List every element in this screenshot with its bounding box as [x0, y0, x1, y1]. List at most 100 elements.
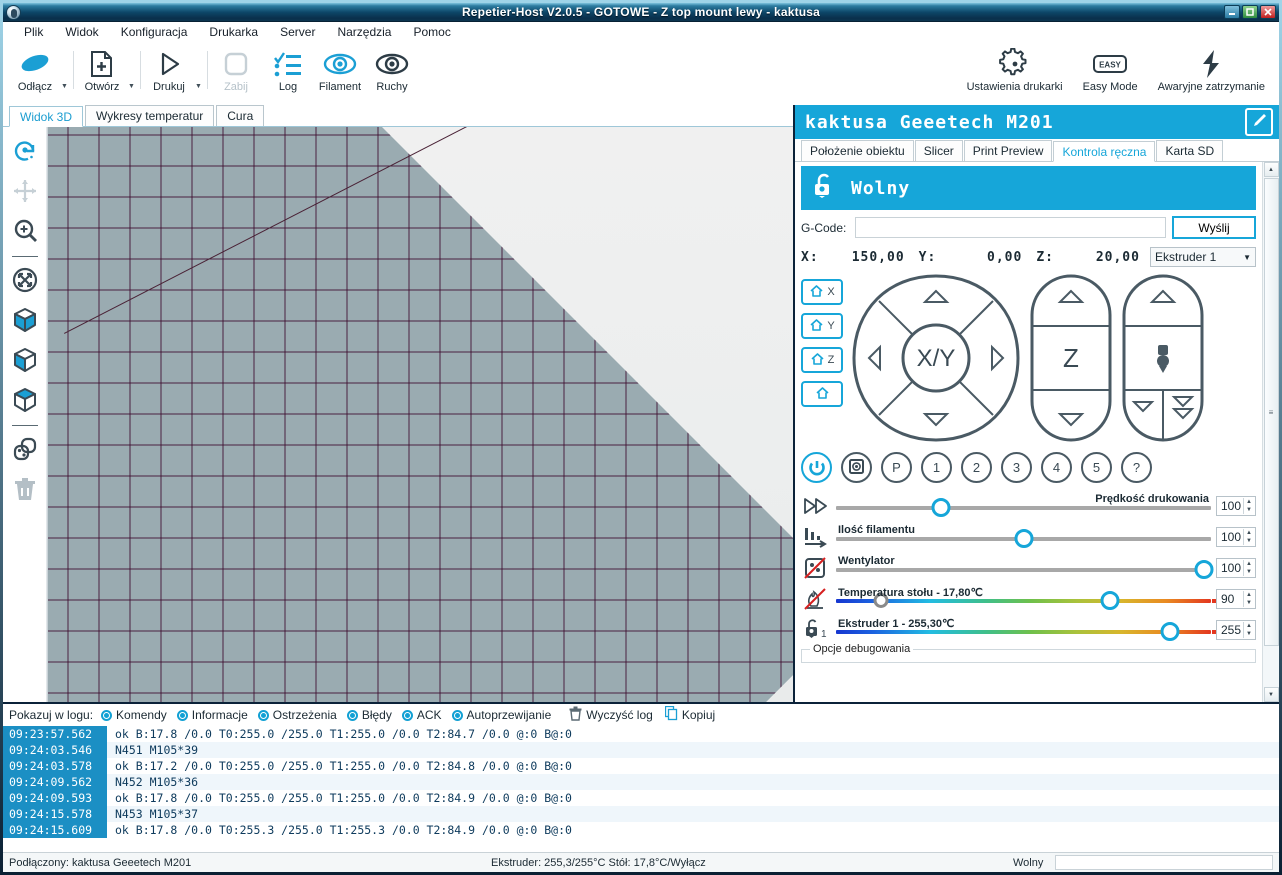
extruder-jog-pad[interactable] — [1121, 273, 1205, 446]
print-button[interactable]: Drukuj — [143, 45, 195, 93]
flow-rate-knob[interactable] — [1014, 529, 1033, 548]
tab-polozenie-obiektu[interactable]: Położenie obiektu — [801, 140, 914, 161]
view-top-cube-tool[interactable] — [6, 382, 44, 420]
spinner-arrows[interactable]: ▲▼ — [1243, 591, 1254, 607]
easy-mode-button[interactable]: EASY Easy Mode — [1073, 45, 1148, 93]
log-filter-ack[interactable]: ACK — [402, 708, 442, 722]
flow-rate-spinner[interactable]: 100 ▲▼ — [1216, 527, 1256, 547]
bed-temperature-track[interactable]: Temperatura stołu - 17,80℃ — [836, 588, 1211, 610]
power-button[interactable] — [801, 452, 832, 483]
disconnect-button[interactable]: Odłącz — [9, 45, 61, 93]
extruder-temperature-spinner[interactable]: 255 ▲▼ — [1216, 620, 1256, 640]
print-speed-track[interactable]: Prędkość drukowania — [836, 495, 1211, 517]
kill-button[interactable]: Zabij — [210, 45, 262, 93]
menu-pomoc[interactable]: Pomoc — [402, 23, 461, 41]
log-filter-komendy[interactable]: Komendy — [101, 708, 167, 722]
tab-widok-3d[interactable]: Widok 3D — [9, 106, 83, 127]
help-button[interactable]: ? — [1121, 452, 1152, 483]
emergency-stop-button[interactable]: Awaryjne zatrzymanie — [1148, 45, 1275, 93]
duplicate-object-tool[interactable] — [6, 431, 44, 469]
edit-printer-button[interactable] — [1245, 108, 1273, 136]
script-p-button[interactable]: P — [881, 452, 912, 483]
clear-log-button[interactable]: Wyczyść log — [569, 706, 653, 724]
toolbar-separator — [207, 51, 208, 89]
extruder-temperature-track[interactable]: Ekstruder 1 - 255,30℃ — [836, 619, 1211, 641]
log-filter-autoprzewijanie[interactable]: Autoprzewijanie — [452, 708, 552, 722]
spinner-arrows[interactable]: ▲▼ — [1243, 498, 1254, 514]
log-filter-ostrzezenia[interactable]: Ostrzeżenia — [258, 708, 337, 722]
print-speed-spinner[interactable]: 100 ▲▼ — [1216, 496, 1256, 516]
print-dropdown[interactable]: ▼ — [195, 61, 205, 90]
home-z-button[interactable]: Z — [801, 347, 843, 373]
xy-jog-pad[interactable]: X/Y — [851, 273, 1021, 446]
zoom-tool[interactable] — [6, 213, 44, 251]
bed-temperature-knob[interactable] — [1100, 591, 1119, 610]
script-5-button[interactable]: 5 — [1081, 452, 1112, 483]
gcode-input[interactable] — [855, 217, 1166, 238]
log-filter-informacje[interactable]: Informacje — [177, 708, 248, 722]
filament-button[interactable]: Filament — [314, 45, 366, 93]
scroll-up-button[interactable]: ▲ — [1264, 162, 1279, 177]
z-jog-pad[interactable]: Z — [1029, 273, 1113, 446]
status-temperatures: Ekstruder: 255,3/255°C Stół: 17,8°C/Wyłą… — [491, 857, 706, 869]
disconnect-dropdown[interactable]: ▼ — [61, 61, 71, 90]
tab-kontrola-reczna[interactable]: Kontrola ręczna — [1053, 141, 1155, 162]
printer-settings-button[interactable]: Ustawienia drukarki — [957, 45, 1073, 93]
tab-karta-sd[interactable]: Karta SD — [1156, 140, 1223, 161]
menu-drukarka[interactable]: Drukarka — [198, 23, 269, 41]
tab-print-preview[interactable]: Print Preview — [964, 140, 1053, 161]
tab-slicer[interactable]: Slicer — [915, 140, 963, 161]
spinner-arrows[interactable]: ▲▼ — [1243, 560, 1254, 576]
park-button[interactable] — [841, 452, 872, 483]
fan-speed-track[interactable]: Wentylator — [836, 557, 1211, 579]
scrollbar-thumb[interactable]: ≡ — [1264, 178, 1279, 646]
maximize-button[interactable] — [1242, 5, 1258, 19]
menu-konfiguracja[interactable]: Konfiguracja — [110, 23, 199, 41]
menu-plik[interactable]: Plik — [13, 23, 54, 41]
flow-rate-track[interactable]: Ilość filamentu — [836, 526, 1211, 548]
log-filter-bledy[interactable]: Błędy — [347, 708, 392, 722]
extruder-temperature-knob[interactable] — [1160, 622, 1179, 641]
printer-panel-scrollbar[interactable]: ▲ ≡ ▼ — [1262, 162, 1279, 702]
spinner-arrows[interactable]: ▲▼ — [1243, 529, 1254, 545]
log-list[interactable]: 09:23:57.562 ok B:17.8 /0.0 T0:255.0 /25… — [3, 726, 1279, 852]
log-row: 09:24:09.593 ok B:17.8 /0.0 T0:255.0 /25… — [3, 790, 1279, 806]
menu-widok[interactable]: Widok — [54, 23, 109, 41]
script-1-button[interactable]: 1 — [921, 452, 952, 483]
script-4-button[interactable]: 4 — [1041, 452, 1072, 483]
extruder-select[interactable]: Ekstruder 1 ▼ — [1150, 247, 1256, 267]
home-icon — [809, 284, 824, 301]
delete-object-tool[interactable] — [6, 471, 44, 509]
open-button[interactable]: Otwórz — [76, 45, 128, 93]
minimize-button[interactable] — [1224, 5, 1240, 19]
script-3-button[interactable]: 3 — [1001, 452, 1032, 483]
log-button[interactable]: Log — [262, 45, 314, 93]
view-iso-cube-tool[interactable] — [6, 342, 44, 380]
3d-viewport[interactable] — [47, 127, 793, 702]
view-front-cube-tool[interactable] — [6, 302, 44, 340]
rotate-object-tool[interactable] — [6, 133, 44, 171]
home-x-button[interactable]: X — [801, 279, 843, 305]
menu-narzedzia[interactable]: Narzędzia — [326, 23, 402, 41]
close-button[interactable] — [1260, 5, 1276, 19]
move-object-tool[interactable] — [6, 173, 44, 211]
spinner-arrows[interactable]: ▲▼ — [1243, 622, 1254, 638]
fan-speed-spinner[interactable]: 100 ▲▼ — [1216, 558, 1256, 578]
copy-log-button[interactable]: Kopiuj — [665, 706, 715, 724]
tab-wykresy-temperatur[interactable]: Wykresy temperatur — [85, 105, 214, 126]
log-filter-label: Pokazuj w logu: — [9, 708, 93, 722]
scale-fit-tool[interactable] — [6, 262, 44, 300]
home-all-button[interactable] — [801, 381, 843, 407]
fan-speed-knob[interactable] — [1194, 560, 1213, 579]
script-2-button[interactable]: 2 — [961, 452, 992, 483]
home-icon — [810, 352, 825, 369]
bed-temperature-spinner[interactable]: 90 ▲▼ — [1216, 589, 1256, 609]
tab-cura[interactable]: Cura — [216, 105, 264, 126]
home-y-button[interactable]: Y — [801, 313, 843, 339]
moves-button[interactable]: Ruchy — [366, 45, 418, 93]
menu-server[interactable]: Server — [269, 23, 326, 41]
gcode-send-button[interactable]: Wyślij — [1172, 216, 1256, 239]
open-dropdown[interactable]: ▼ — [128, 61, 138, 90]
scroll-down-button[interactable]: ▼ — [1264, 687, 1279, 702]
print-speed-knob[interactable] — [932, 498, 951, 517]
